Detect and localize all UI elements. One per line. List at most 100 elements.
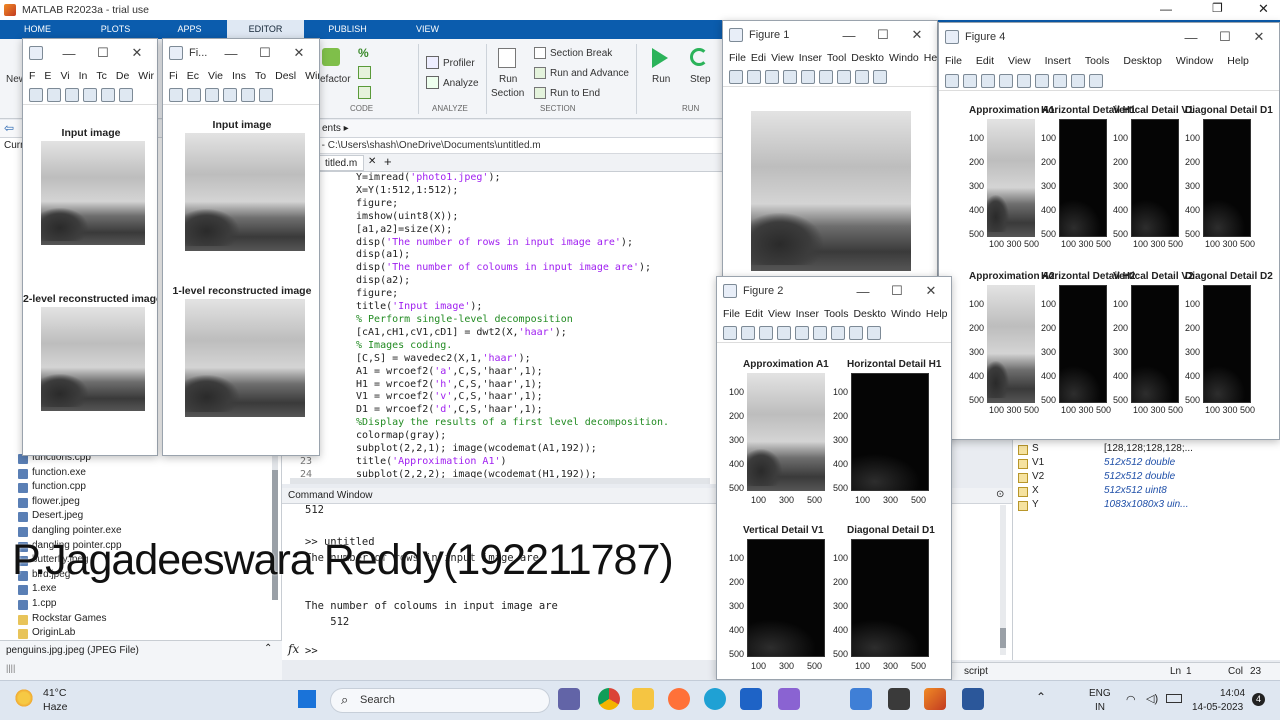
menu-item[interactable]: File (945, 55, 962, 67)
workspace-row[interactable]: V2 512x512 double (1016, 471, 1276, 485)
print-icon[interactable] (999, 73, 1013, 88)
minimize-icon[interactable]: — (55, 46, 83, 61)
print-icon[interactable] (223, 87, 237, 102)
menu-item[interactable]: Tc (96, 70, 107, 82)
profiler-button[interactable]: Profiler (443, 58, 475, 69)
tab-editor[interactable]: EDITOR (227, 20, 304, 39)
menu-item[interactable]: Inser (799, 52, 822, 64)
menu-item[interactable]: Window (1176, 55, 1213, 67)
back-arrow-icon[interactable]: ⇦ (4, 121, 14, 135)
run-section-button[interactable]: Run (499, 74, 517, 85)
maximize-icon[interactable]: ❐ (1212, 1, 1223, 15)
file-item[interactable]: function.exe (8, 467, 268, 482)
legend-icon[interactable] (831, 325, 845, 340)
figure-4-window[interactable]: Figure 4 — ☐ ✕ File Edit View Insert Tools De… (938, 22, 1280, 440)
open-icon[interactable] (747, 69, 761, 84)
menu-item[interactable]: To (255, 70, 266, 82)
minimize-icon[interactable]: — (849, 284, 877, 299)
colorbar-icon[interactable] (819, 69, 833, 84)
file-explorer-icon[interactable] (632, 688, 654, 710)
close-icon[interactable]: ✕ (123, 45, 151, 61)
resize-grip-icon[interactable]: |||| (6, 663, 15, 673)
maximize-icon[interactable]: ☐ (883, 283, 911, 299)
weather-icon[interactable] (14, 688, 34, 708)
clock-time[interactable]: 14:04 (1220, 688, 1245, 699)
menu-item[interactable]: Win (305, 70, 319, 82)
link-icon[interactable] (795, 325, 809, 340)
menu-item[interactable]: E (44, 70, 51, 82)
menu-item[interactable]: Windo (891, 308, 921, 320)
pointer-icon[interactable] (855, 69, 869, 84)
run-button[interactable]: Run (652, 74, 670, 85)
run-and-advance-button[interactable]: Run and Advance (550, 68, 629, 79)
save-icon[interactable] (759, 325, 773, 340)
menu-item[interactable]: Edit (976, 55, 994, 67)
menu-item[interactable]: File (723, 308, 740, 320)
analyze-button[interactable]: Analyze (443, 78, 479, 89)
firefox-icon[interactable] (668, 688, 690, 710)
figure-titlebar[interactable]: — ☐ ✕ (23, 39, 157, 67)
editor-hscrollbar[interactable] (290, 478, 710, 484)
chevron-up-icon[interactable]: ⌃ (264, 643, 272, 654)
lang-2[interactable]: IN (1095, 702, 1105, 713)
tab-view[interactable]: VIEW (400, 20, 455, 39)
open-icon[interactable] (187, 87, 201, 102)
weather-temp[interactable]: 41°C (43, 687, 66, 699)
matlab-taskbar-icon[interactable] (924, 688, 946, 710)
print-icon[interactable] (777, 325, 791, 340)
workspace-row[interactable]: X 512x512 uint8 (1016, 485, 1276, 499)
menu-item[interactable]: Wir (138, 70, 154, 82)
step-icon[interactable] (690, 48, 708, 66)
colorbar-icon[interactable] (813, 325, 827, 340)
menu-item[interactable]: View (1008, 55, 1031, 67)
pointer-icon[interactable] (1071, 73, 1085, 88)
menu-item[interactable]: Desl (275, 70, 296, 82)
property-icon[interactable] (867, 325, 881, 340)
save-icon[interactable] (205, 87, 219, 102)
close-icon[interactable]: ✕ (917, 283, 945, 299)
print-icon[interactable] (83, 87, 97, 102)
run-to-end-button[interactable]: Run to End (550, 88, 600, 99)
tab-apps[interactable]: APPS (162, 20, 217, 39)
menu-item[interactable]: Vi (60, 70, 69, 82)
new-figure-icon[interactable] (945, 73, 959, 88)
battery-icon[interactable] (1166, 694, 1182, 703)
chevron-down-icon[interactable]: ⊙ (996, 489, 1004, 500)
maximize-icon[interactable]: ☐ (251, 45, 279, 61)
teams-icon[interactable] (558, 688, 580, 710)
maximize-icon[interactable]: ☐ (89, 45, 117, 61)
figure-titlebar[interactable]: Figure 4 — ☐ ✕ (939, 23, 1279, 51)
menu-item[interactable]: Insert (1045, 55, 1071, 67)
edge-icon[interactable] (704, 688, 726, 710)
file-item[interactable]: 1.exe (8, 583, 268, 598)
menu-item[interactable]: View (771, 52, 794, 64)
command-prompt[interactable]: >> (305, 645, 318, 658)
percent-icon[interactable]: % (358, 46, 369, 60)
notification-badge[interactable]: 4 (1252, 693, 1265, 706)
menu-item[interactable]: Ins (232, 70, 246, 82)
tab-publish[interactable]: PUBLISH (320, 20, 375, 39)
minimize-icon[interactable]: — (835, 28, 863, 43)
figure-window-small-2[interactable]: Fi... — ☐ ✕ FiEcVieInsToDeslWinHe Input … (162, 38, 320, 456)
open-icon[interactable] (963, 73, 977, 88)
legend-icon[interactable] (1053, 73, 1067, 88)
new-figure-icon[interactable] (729, 69, 743, 84)
word-icon[interactable] (962, 688, 984, 710)
menu-item[interactable]: Edit (745, 308, 763, 320)
file-item[interactable]: 1.cpp (8, 598, 268, 613)
photos-icon[interactable] (850, 688, 872, 710)
game-icon[interactable] (888, 688, 910, 710)
comment-icon[interactable] (358, 66, 371, 79)
workspace-row[interactable]: Y 1083x1080x3 uin... (1016, 499, 1276, 513)
menu-item[interactable]: Ec (187, 70, 199, 82)
defender-icon[interactable] (740, 688, 762, 710)
tab-home[interactable]: HOME (10, 20, 65, 39)
workspace-row[interactable]: V1 512x512 double (1016, 457, 1276, 471)
pointer-icon[interactable] (849, 325, 863, 340)
legend-icon[interactable] (837, 69, 851, 84)
minimize-icon[interactable]: — (217, 46, 245, 61)
menu-item[interactable]: Deskto (851, 52, 884, 64)
add-tab-button[interactable]: + (384, 154, 392, 169)
cmd-scroll-thumb[interactable] (1000, 628, 1006, 648)
menu-item[interactable]: Desktop (1123, 55, 1162, 67)
